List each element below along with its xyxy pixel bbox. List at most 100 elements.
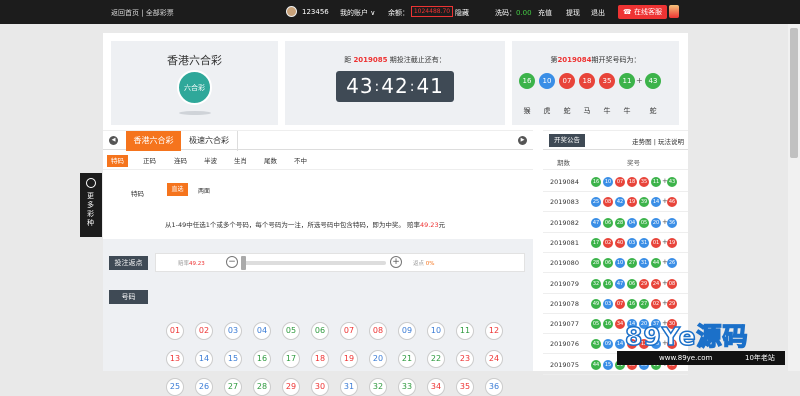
number-01[interactable]: 01 bbox=[166, 322, 184, 340]
history-ball: 09 bbox=[603, 339, 613, 350]
number-15[interactable]: 15 bbox=[224, 350, 242, 368]
watermark-brand: 89Ye源码 bbox=[624, 321, 749, 352]
number-13[interactable]: 13 bbox=[166, 350, 184, 368]
number-06[interactable]: 06 bbox=[311, 322, 329, 340]
number-24[interactable]: 24 bbox=[485, 350, 503, 368]
subtab-special[interactable]: 特码 bbox=[107, 155, 128, 167]
history-plus-sign: + bbox=[662, 298, 668, 307]
number-18[interactable]: 18 bbox=[311, 350, 329, 368]
last-draw-card: 第2019084期开奖号码为： 16 猴 10 虎 07 蛇 18 马 35 牛 11 牛 43 蛇 + bbox=[512, 41, 679, 125]
number-16[interactable]: 16 bbox=[253, 350, 271, 368]
subtab-regular[interactable]: 正码 bbox=[139, 155, 160, 167]
history-ball: 32 bbox=[591, 278, 601, 289]
subtab-combo[interactable]: 连码 bbox=[170, 155, 191, 167]
number-31[interactable]: 31 bbox=[340, 378, 358, 396]
number-09[interactable]: 09 bbox=[398, 322, 416, 340]
rebate-slider[interactable] bbox=[243, 261, 386, 265]
number-28[interactable]: 28 bbox=[253, 378, 271, 396]
subtab-zodiac[interactable]: 生肖 bbox=[230, 155, 251, 167]
customer-service-button[interactable]: ☎ 在线客服 bbox=[618, 5, 667, 19]
history-ball: 04 bbox=[627, 217, 637, 228]
number-35[interactable]: 35 bbox=[456, 378, 474, 396]
logout-link[interactable]: 退出 bbox=[591, 8, 605, 18]
number-10[interactable]: 10 bbox=[427, 322, 445, 340]
number-05[interactable]: 05 bbox=[282, 322, 300, 340]
history-ball: 31 bbox=[639, 258, 649, 269]
history-row: 2019082 47 06 28 04 05 20 36 + bbox=[543, 213, 688, 233]
scrollbar-thumb[interactable] bbox=[790, 28, 798, 158]
subtab-tail[interactable]: 尾数 bbox=[260, 155, 281, 167]
history-ball: 44 bbox=[651, 258, 661, 269]
history-ball: 05 bbox=[591, 319, 601, 330]
number-34[interactable]: 34 bbox=[427, 378, 445, 396]
number-22[interactable]: 22 bbox=[427, 350, 445, 368]
history-ball: 27 bbox=[639, 298, 649, 309]
history-period: 2019083 bbox=[550, 198, 579, 207]
option-direct[interactable]: 直选 bbox=[167, 183, 188, 196]
slider-handle[interactable] bbox=[241, 256, 246, 270]
history-ball: 15 bbox=[603, 359, 613, 370]
number-29[interactable]: 29 bbox=[282, 378, 300, 396]
subtab-not-hit[interactable]: 不中 bbox=[290, 155, 311, 167]
minus-icon[interactable]: − bbox=[226, 256, 238, 268]
history-ball: 43 bbox=[591, 339, 601, 350]
history-row: 2019084 16 10 07 18 35 11 43 + bbox=[543, 172, 688, 192]
number-19[interactable]: 19 bbox=[340, 350, 358, 368]
number-14[interactable]: 14 bbox=[195, 350, 213, 368]
tabs-next-arrow-icon[interactable]: ▶ bbox=[518, 136, 527, 145]
page-scrollbar[interactable] bbox=[788, 24, 800, 371]
history-ball: 19 bbox=[627, 197, 637, 208]
number-08[interactable]: 08 bbox=[369, 322, 387, 340]
history-ball: 28 bbox=[615, 217, 625, 228]
avatar[interactable] bbox=[286, 6, 297, 17]
number-23[interactable]: 23 bbox=[456, 350, 474, 368]
more-lotteries-sidebar[interactable]: 更多彩种 bbox=[80, 173, 102, 237]
number-07[interactable]: 07 bbox=[340, 322, 358, 340]
withdraw-link[interactable]: 提现 bbox=[566, 8, 580, 18]
history-period: 2019075 bbox=[550, 360, 579, 369]
watermark-bar: www.89ye.com 10年老站 bbox=[617, 351, 785, 365]
history-plus-sign: + bbox=[662, 197, 668, 206]
history-period: 2019080 bbox=[550, 259, 579, 268]
history-ball: 03 bbox=[627, 237, 637, 248]
history-ball: 24 bbox=[651, 278, 661, 289]
tab-hk-marksix[interactable]: 香港六合彩 bbox=[126, 131, 181, 151]
history-ball: 06 bbox=[603, 217, 613, 228]
number-02[interactable]: 02 bbox=[195, 322, 213, 340]
service-agent-icon bbox=[669, 5, 679, 18]
history-row: 2019083 25 08 42 19 39 14 46 + bbox=[543, 192, 688, 213]
number-03[interactable]: 03 bbox=[224, 322, 242, 340]
recharge-link[interactable]: 充值 bbox=[538, 8, 552, 18]
number-30[interactable]: 30 bbox=[311, 378, 329, 396]
number-32[interactable]: 32 bbox=[369, 378, 387, 396]
number-25[interactable]: 25 bbox=[166, 378, 184, 396]
number-27[interactable]: 27 bbox=[224, 378, 242, 396]
number-04[interactable]: 04 bbox=[253, 322, 271, 340]
number-33[interactable]: 33 bbox=[398, 378, 416, 396]
lottery-ball-icon bbox=[86, 178, 96, 188]
lottery-tabs: ◀ 香港六合彩 极速六合彩 ▶ bbox=[103, 130, 533, 151]
number-11[interactable]: 11 bbox=[456, 322, 474, 340]
username: 123456 bbox=[302, 8, 329, 16]
number-21[interactable]: 21 bbox=[398, 350, 416, 368]
hide-balance-button[interactable]: 隐藏 bbox=[455, 8, 469, 18]
number-20[interactable]: 20 bbox=[369, 350, 387, 368]
my-account-menu[interactable]: 我的账户 ∨ bbox=[340, 8, 375, 18]
plus-icon[interactable]: + bbox=[390, 256, 402, 268]
top-nav-links[interactable]: 返回首页 | 全部彩票 bbox=[111, 8, 174, 18]
subtab-half-wave[interactable]: 半波 bbox=[200, 155, 221, 167]
number-17[interactable]: 17 bbox=[282, 350, 300, 368]
number-12[interactable]: 12 bbox=[485, 322, 503, 340]
draw-ball: 10 bbox=[539, 73, 555, 89]
history-ball: 31 bbox=[639, 237, 649, 248]
tabs-prev-arrow-icon[interactable]: ◀ bbox=[109, 136, 118, 145]
tab-fast-marksix[interactable]: 极速六合彩 bbox=[181, 131, 238, 151]
number-26[interactable]: 26 bbox=[195, 378, 213, 396]
option-two-sides[interactable]: 两面 bbox=[198, 186, 210, 195]
history-links[interactable]: 走势图 | 玩法说明 bbox=[632, 136, 684, 146]
history-ball: 01 bbox=[651, 237, 661, 248]
number-36[interactable]: 36 bbox=[485, 378, 503, 396]
history-ball: 16 bbox=[603, 319, 613, 330]
tab-draw-announcement[interactable]: 开奖公告 bbox=[549, 134, 585, 147]
history-ball: 07 bbox=[615, 177, 625, 187]
